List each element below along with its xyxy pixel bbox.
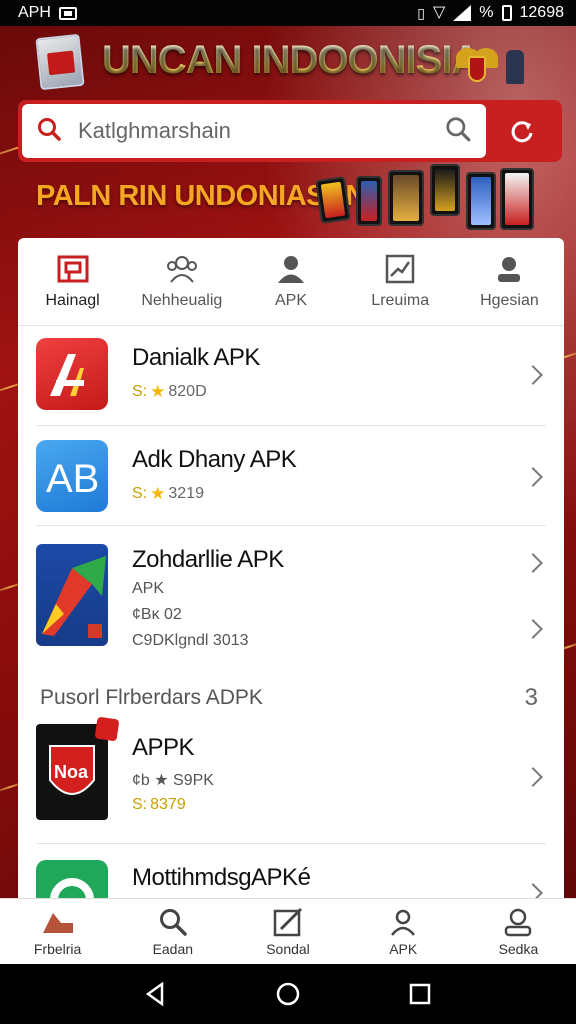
tab-nehheualig[interactable]: Nehheualig xyxy=(127,238,236,325)
svg-text:AB: AB xyxy=(46,457,99,501)
tab-lreuima[interactable]: Lreuima xyxy=(346,238,455,325)
home-icon[interactable] xyxy=(274,980,302,1008)
nav-label: Frbelria xyxy=(33,940,82,957)
app-rating: S: ★ 3219 xyxy=(132,484,546,504)
list-item[interactable]: Danialk APK S: ★ 820D xyxy=(36,326,546,426)
app-rating: S: 8379 xyxy=(132,796,546,814)
search-bar xyxy=(18,100,562,162)
app-icon: AB xyxy=(36,440,108,512)
system-navigation-bar xyxy=(0,964,576,1024)
refresh-icon xyxy=(511,121,533,143)
category-tabs: Hainagl Nehheualig APK Lreuima Hgesian xyxy=(18,238,564,326)
tab-label: Lreuima xyxy=(371,291,430,309)
search-input[interactable] xyxy=(78,118,428,144)
search-field-container xyxy=(22,104,486,158)
search-submit-icon[interactable] xyxy=(444,115,472,148)
back-icon[interactable] xyxy=(142,980,170,1008)
person-icon xyxy=(278,255,304,283)
nav-frbelria[interactable]: Frbelria xyxy=(0,899,115,964)
svg-text:Noa: Noa xyxy=(54,762,89,782)
list-item[interactable]: AB Adk Dhany APK S: ★ 3219 xyxy=(36,426,546,526)
chart-icon xyxy=(385,254,415,283)
app-meta: ¢b ★ S9PK xyxy=(132,772,214,789)
app-subtitle: APK xyxy=(132,580,165,597)
nav-sondal[interactable]: Sondal xyxy=(230,899,345,964)
search-icon xyxy=(159,908,187,936)
nav-label: Sedka xyxy=(498,940,539,957)
nav-eadan[interactable]: Eadan xyxy=(115,899,230,964)
tab-apk[interactable]: APK xyxy=(236,238,345,325)
status-time: 12698 xyxy=(519,4,565,21)
shield-icon xyxy=(42,912,73,933)
user-icon xyxy=(391,909,416,936)
tab-hgesian[interactable]: Hgesian xyxy=(455,238,564,325)
notification-badge-icon xyxy=(94,716,120,742)
refresh-button[interactable] xyxy=(486,104,558,158)
battery-icon xyxy=(501,5,512,21)
user-icon xyxy=(498,256,521,282)
rating-prefix: S: xyxy=(132,383,148,400)
rating-value: 8379 xyxy=(150,796,186,813)
rating-prefix: S: xyxy=(132,485,148,502)
notification-icon xyxy=(58,6,77,20)
nav-label: Eadan xyxy=(152,940,194,957)
bottom-navigation: Frbelria Eadan Sondal APK Sedka xyxy=(0,898,576,964)
search-icon xyxy=(36,116,62,147)
app-list: Danialk APK S: ★ 820D AB Adk Dhany APK S… xyxy=(18,326,564,898)
app-icon xyxy=(36,544,108,646)
app-title: MottihmdsgAPKé xyxy=(132,864,311,891)
figure-icon xyxy=(506,50,524,84)
tab-label: Nehheualig xyxy=(141,291,223,309)
nav-label: Sondal xyxy=(266,940,310,957)
section-header: Pusorl Flrberdars ADPK 3 xyxy=(36,668,546,724)
status-carrier-text: APH xyxy=(18,4,51,21)
app-title: Zohdarllie APK xyxy=(132,546,284,573)
profile-icon xyxy=(505,908,532,936)
promo-devices-image xyxy=(315,164,540,236)
star-icon: ★ xyxy=(150,382,166,401)
signal-icon xyxy=(453,5,472,21)
sync-icon: ▯ xyxy=(417,4,425,21)
tab-label: Hgesian xyxy=(480,291,539,309)
star-icon: ★ xyxy=(150,484,166,503)
tab-label: Hainagl xyxy=(45,291,100,309)
app-rating: S: ★ 820D xyxy=(132,382,546,402)
rating-value: 820D xyxy=(168,383,207,400)
status-bar: APH ▯ ▽ % 12698 xyxy=(0,0,576,26)
list-item[interactable]: Noa APPK ¢b ★ S9PK S: 8379 xyxy=(36,716,546,844)
battery-percent: % xyxy=(479,4,494,21)
list-item[interactable]: MottihmdsgAPKé xyxy=(36,844,546,898)
people-icon xyxy=(166,255,197,283)
app-title: APPK xyxy=(132,734,195,761)
nav-apk[interactable]: APK xyxy=(346,899,461,964)
app-logo xyxy=(35,33,85,91)
nav-label: APK xyxy=(389,940,418,957)
recents-icon[interactable] xyxy=(406,980,434,1008)
nav-sedka[interactable]: Sedka xyxy=(461,899,576,964)
store-icon xyxy=(57,255,89,282)
app-icon xyxy=(36,338,108,410)
section-count: 3 xyxy=(524,684,538,711)
app-title: UNCAN INDOONISIA xyxy=(102,38,480,82)
app-meta-2: C9DKlgndl 3013 xyxy=(132,632,249,649)
rating-value: 3219 xyxy=(168,485,204,502)
edit-icon xyxy=(273,907,303,936)
tab-label: APK xyxy=(275,291,308,309)
app-meta-1: ¢Bĸ 02 xyxy=(132,606,182,623)
app-icon xyxy=(36,860,108,898)
list-item[interactable]: Zohdarllie APK APK ¢Bĸ 02 C9DKlgndl 3013 xyxy=(36,526,546,668)
wifi-icon: ▽ xyxy=(432,4,446,21)
app-title: Danialk APK xyxy=(132,344,260,371)
app-title: Adk Dhany APK xyxy=(132,446,297,473)
app-icon: Noa xyxy=(36,716,120,820)
garuda-emblem-icon xyxy=(456,42,498,88)
section-title: Pusorl Flrberdars ADPK xyxy=(40,686,263,709)
tab-hainagl[interactable]: Hainagl xyxy=(18,238,127,325)
app-list-card: Hainagl Nehheualig APK Lreuima Hgesian D… xyxy=(18,238,564,898)
rating-prefix: S: xyxy=(132,796,148,813)
